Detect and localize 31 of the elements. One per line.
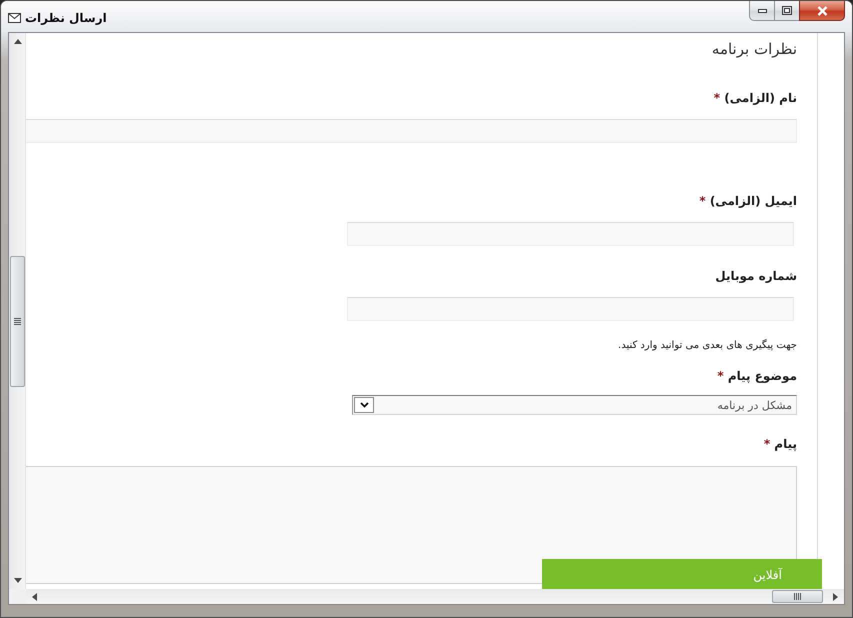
close-icon [816,6,828,16]
dropdown-button[interactable] [354,397,374,413]
text-input-field[interactable] [347,222,794,246]
field-label: شماره موبایل [715,268,797,285]
horizontal-scrollbar[interactable] [26,589,844,604]
scrollbar-thumb[interactable] [772,590,823,603]
minimize-icon [758,8,766,12]
close-button[interactable] [799,1,845,21]
chevron-down-icon [360,402,368,408]
text-input-field[interactable] [26,119,797,143]
minimize-button[interactable] [749,1,775,21]
grip-icon [794,593,801,600]
down-arrow-icon[interactable] [14,578,22,583]
maximize-icon [782,6,792,15]
up-arrow-icon[interactable] [14,39,22,44]
right-arrow-icon[interactable] [833,592,838,600]
envelope-icon [8,13,21,23]
form-heading: نظرات برنامه [712,39,797,59]
left-arrow-icon[interactable] [32,592,37,600]
vertical-scrollbar[interactable] [9,33,26,589]
help-text: جهت پیگیری های بعدی می توانید وارد کنید. [618,339,797,353]
field-label: موضوع پیام * [717,368,797,385]
text-input-field[interactable] [347,297,794,321]
field-label: ایمیل (الزامی) * [699,193,797,210]
field-label: پیام * [764,436,797,453]
field-label: نام (الزامی) * [714,90,797,107]
scrollbar-thumb[interactable] [10,256,25,387]
maximize-button[interactable] [774,1,800,21]
grip-icon [14,318,21,325]
subject-dropdown[interactable]: مشکل در برنامه [352,395,797,415]
window-title: ارسال نظرات [25,11,107,25]
